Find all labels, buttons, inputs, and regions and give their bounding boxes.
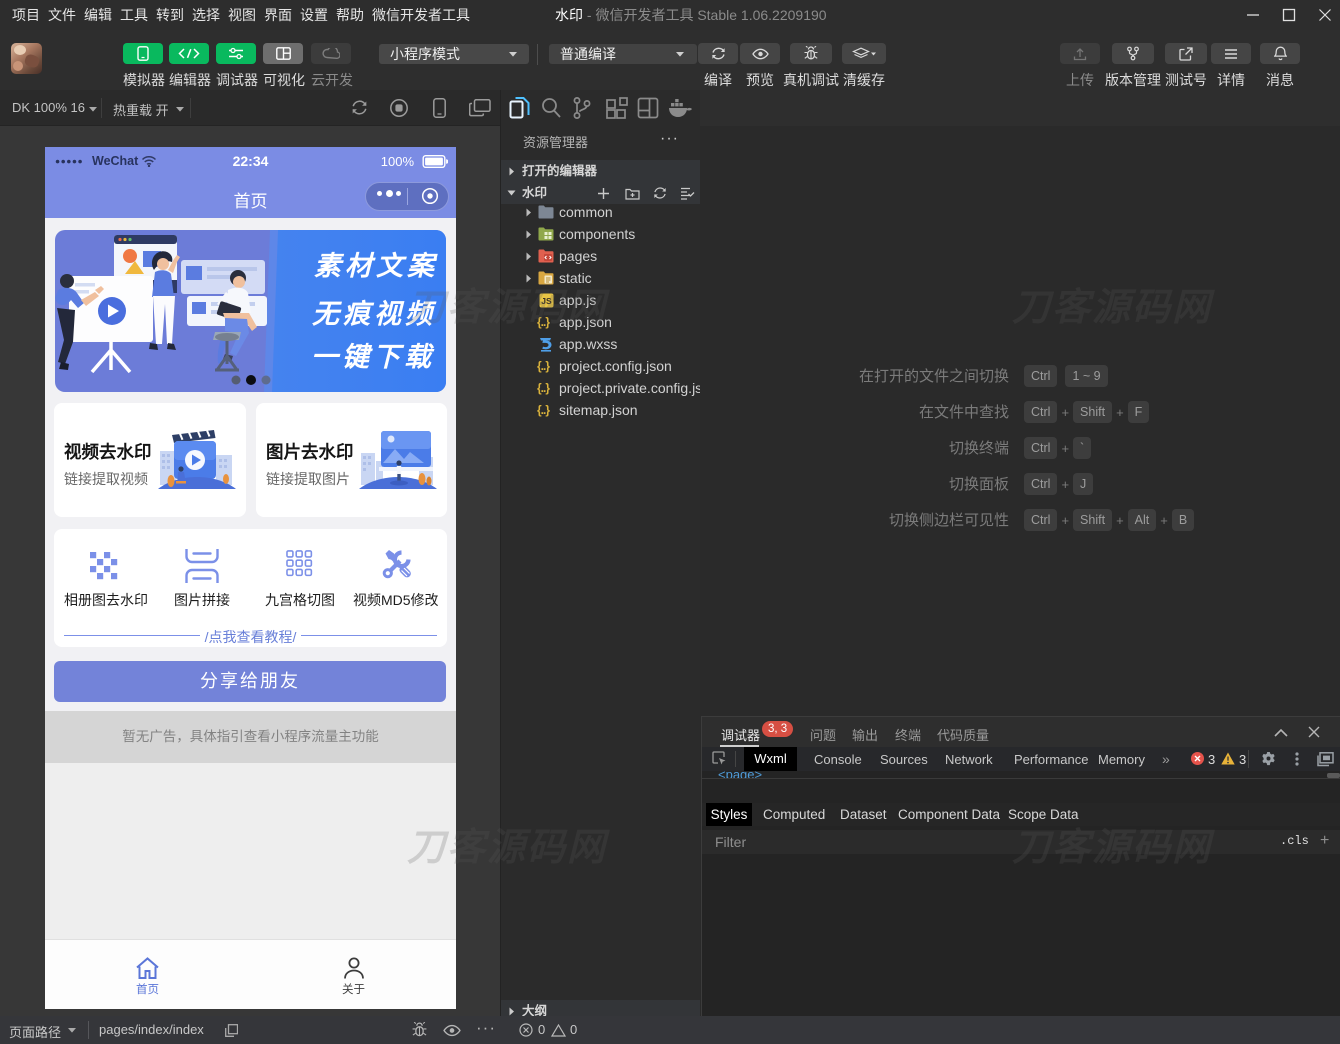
- svg-text:无痕视频: 无痕视频: [312, 299, 437, 329]
- svg-text:JS: JS: [541, 296, 552, 306]
- svg-text:一键下载: 一键下载: [311, 342, 435, 372]
- svg-text:素材文案: 素材文案: [314, 251, 438, 281]
